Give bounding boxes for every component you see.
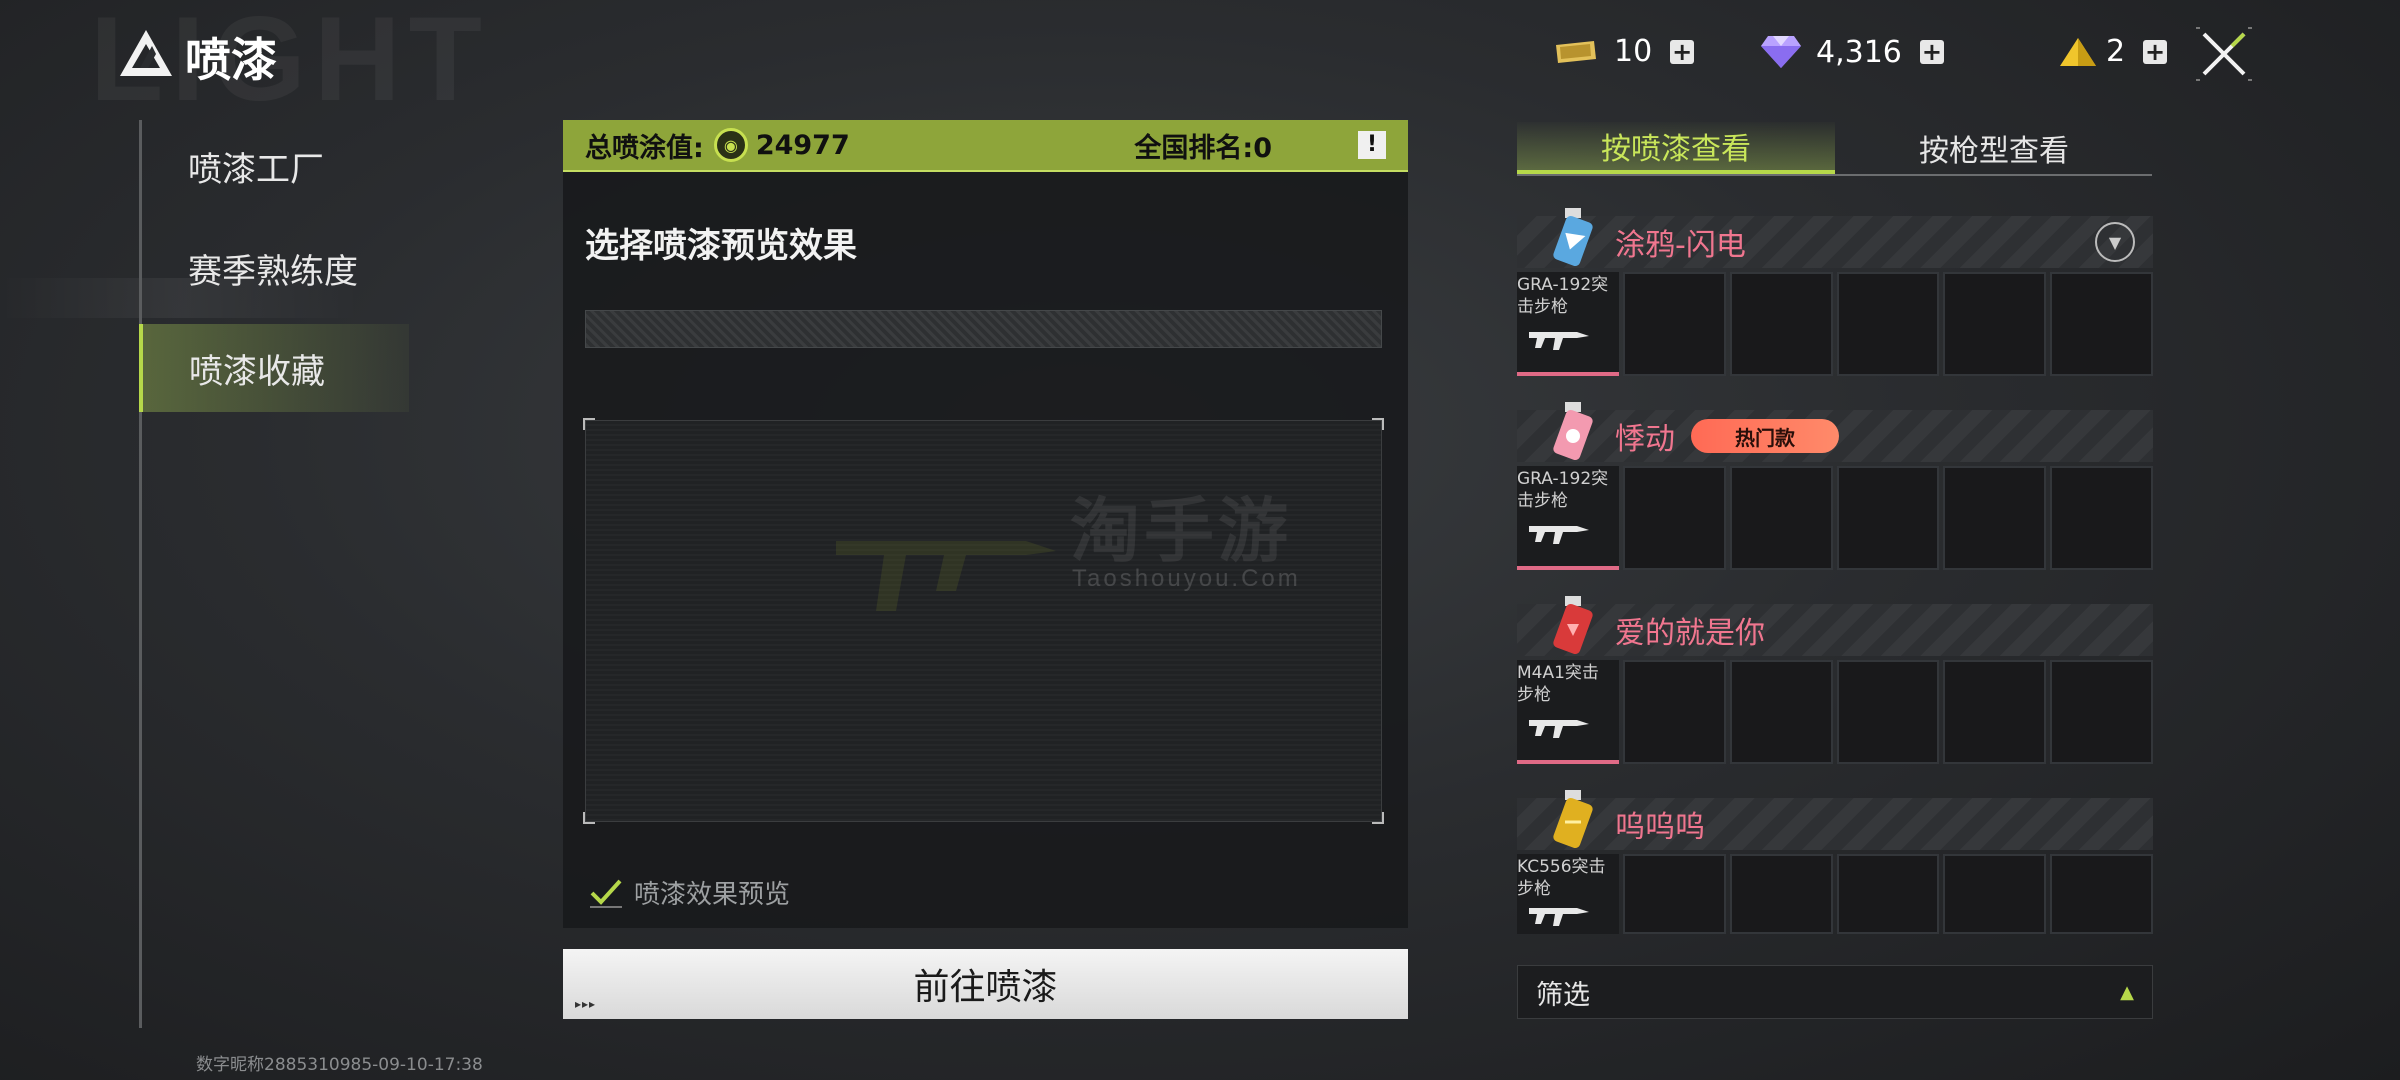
empty-slot[interactable] bbox=[2050, 854, 2153, 934]
preview-corner bbox=[1372, 418, 1384, 430]
preview-effect-checkbox[interactable]: 喷漆效果预览 bbox=[588, 874, 790, 911]
user-id-footer: 数字昵称2885310985-09-10-17:38 bbox=[196, 1055, 483, 1075]
info-button[interactable]: ! bbox=[1358, 131, 1386, 159]
diamond-icon bbox=[1761, 36, 1801, 68]
spray-gun-row: GRA-192突击步枪 bbox=[1517, 272, 2153, 376]
score-label: 总喷涂值: bbox=[585, 132, 704, 164]
page-title: 喷漆 bbox=[185, 33, 277, 87]
preview-corner bbox=[583, 812, 595, 824]
diamond-count: 4,316 bbox=[1816, 34, 1902, 70]
nav-item-season-proficiency[interactable]: 赛季熟练度 bbox=[142, 224, 412, 312]
ticket-icon bbox=[1556, 40, 1596, 63]
add-diamond-button[interactable]: + bbox=[1919, 40, 1944, 64]
empty-slot[interactable] bbox=[1623, 466, 1726, 570]
gun-name: GRA-192突击步枪 bbox=[1517, 469, 1609, 511]
spray-selection-bar[interactable] bbox=[585, 310, 1382, 348]
currency-pyramid: 2 + bbox=[2058, 34, 2168, 69]
gun-slot[interactable]: GRA-192突击步枪 bbox=[1517, 272, 1619, 376]
empty-slot[interactable] bbox=[1836, 466, 1940, 570]
empty-slot[interactable] bbox=[2050, 660, 2153, 764]
empty-slot[interactable] bbox=[1943, 466, 2047, 570]
app-logo-icon bbox=[120, 30, 172, 76]
preview-effect-label: 喷漆效果预览 bbox=[634, 880, 791, 910]
empty-slot[interactable] bbox=[1729, 854, 1833, 934]
rifle-icon bbox=[1529, 526, 1589, 544]
rifle-icon bbox=[1529, 908, 1589, 926]
spray-can-icon bbox=[1553, 596, 1593, 654]
nav-item-spray-collection[interactable]: 喷漆收藏 bbox=[139, 324, 409, 412]
spray-can-icon bbox=[1553, 208, 1593, 266]
gun-slot[interactable]: GRA-192突击步枪 bbox=[1517, 466, 1619, 570]
spray-can-icon bbox=[1553, 790, 1593, 848]
empty-slot[interactable] bbox=[1729, 660, 1833, 764]
watermark-url: Taoshouyou.Com bbox=[1072, 565, 1301, 592]
preview-title: 选择喷漆预览效果 bbox=[585, 226, 857, 266]
spray-header[interactable]: 涂鸦-闪电 ▼ bbox=[1517, 208, 2153, 268]
spray-name: 呜呜呜 bbox=[1615, 810, 1705, 845]
rifle-icon bbox=[1529, 720, 1589, 738]
spray-gun-row: M4A1突击步枪 bbox=[1517, 660, 2153, 764]
empty-slot[interactable] bbox=[1836, 272, 1940, 376]
empty-slot[interactable] bbox=[1623, 660, 1726, 764]
empty-slot[interactable] bbox=[2050, 272, 2153, 376]
gun-slot[interactable]: KC556突击步枪 bbox=[1517, 854, 1619, 934]
go-spray-label: 前往喷漆 bbox=[913, 967, 1058, 1008]
empty-slot[interactable] bbox=[1729, 466, 1833, 570]
spray-header[interactable]: 爱的就是你 bbox=[1517, 596, 2153, 656]
spray-gun-row: KC556突击步枪 bbox=[1517, 854, 2153, 934]
add-pyramid-button[interactable]: + bbox=[2143, 39, 2168, 64]
score-bar: 总喷涂值: ◉ 24977 全国排名:0 ! bbox=[563, 120, 1408, 172]
hot-badge: 热门款 bbox=[1691, 419, 1839, 453]
triangle-up-icon: ▲ bbox=[2120, 981, 2134, 1003]
score-value: 24977 bbox=[755, 129, 850, 161]
currency-diamond: 4,316 + bbox=[1760, 34, 1944, 70]
ticket-count: 10 bbox=[1614, 34, 1653, 69]
spray-name: 涂鸦-闪电 bbox=[1615, 228, 1746, 263]
national-rank: 全国排名:0 bbox=[1134, 132, 1272, 164]
preview-corner bbox=[583, 418, 595, 430]
pyramid-icon bbox=[2060, 37, 2096, 66]
empty-slot[interactable] bbox=[1836, 854, 1940, 934]
spray-header[interactable]: 呜呜呜 bbox=[1517, 790, 2153, 850]
spray-name: 爱的就是你 bbox=[1615, 616, 1765, 651]
filter-label: 筛选 bbox=[1536, 979, 1590, 1011]
spray-header[interactable]: 悸动 热门款 bbox=[1517, 402, 2153, 462]
rifle-icon bbox=[1529, 332, 1589, 350]
add-ticket-button[interactable]: + bbox=[1670, 39, 1695, 64]
empty-slot[interactable] bbox=[1623, 272, 1726, 376]
nav-item-spray-factory[interactable]: 喷漆工厂 bbox=[142, 122, 412, 210]
dropdown-chevron-icon[interactable]: ▼ bbox=[2095, 222, 2135, 262]
checkmark-icon bbox=[590, 879, 622, 908]
spray-name: 悸动 bbox=[1615, 422, 1675, 457]
empty-slot[interactable] bbox=[1943, 854, 2047, 934]
empty-slot[interactable] bbox=[1729, 272, 1833, 376]
tab-by-gun[interactable]: 按枪型查看 bbox=[1835, 122, 2153, 174]
tab-underline bbox=[1517, 174, 2152, 176]
rifle-silhouette-icon bbox=[836, 541, 1056, 611]
pyramid-count: 2 bbox=[2106, 34, 2126, 69]
gun-name: GRA-192突击步枪 bbox=[1517, 275, 1609, 317]
go-spray-dots: ▸▸▸ bbox=[575, 997, 597, 1011]
empty-slot[interactable] bbox=[1836, 660, 1940, 764]
close-icon[interactable] bbox=[2196, 26, 2252, 82]
gun-name: KC556突击步枪 bbox=[1517, 857, 1606, 899]
empty-slot[interactable] bbox=[1943, 272, 2047, 376]
spray-coin-icon: ◉ bbox=[713, 128, 748, 162]
currency-ticket: 10 + bbox=[1550, 34, 1695, 69]
spray-gun-row: GRA-192突击步枪 bbox=[1517, 466, 2153, 570]
gun-slot[interactable]: M4A1突击步枪 bbox=[1517, 660, 1619, 764]
filter-dropdown[interactable]: 筛选 ▲ bbox=[1517, 965, 2153, 1019]
empty-slot[interactable] bbox=[1623, 854, 1726, 934]
go-spray-button[interactable]: 前往喷漆 ▸▸▸ bbox=[563, 949, 1408, 1019]
spray-can-icon bbox=[1553, 402, 1593, 460]
gun-name: M4A1突击步枪 bbox=[1517, 663, 1599, 705]
empty-slot[interactable] bbox=[1943, 660, 2047, 764]
tab-by-spray[interactable]: 按喷漆查看 bbox=[1517, 122, 1835, 174]
watermark-text: 淘手游 bbox=[1070, 490, 1292, 572]
empty-slot[interactable] bbox=[2050, 466, 2153, 570]
preview-corner bbox=[1372, 812, 1384, 824]
